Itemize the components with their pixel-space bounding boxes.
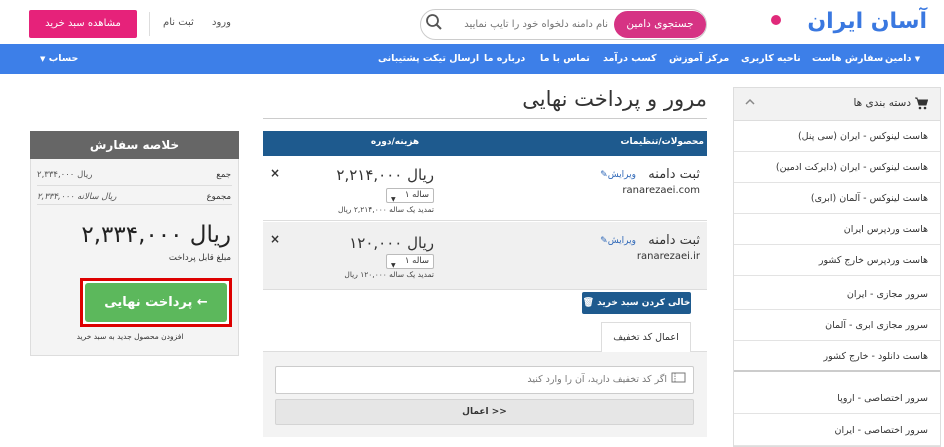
billing-cycle-select[interactable]: ▼ ۱ ساله	[386, 254, 434, 269]
sidebar-item[interactable]: سرور اختصاصی - ایران	[734, 415, 940, 446]
subtotal-value: ۲,۳۳۴,۰۰۰ ریال	[37, 170, 93, 180]
nav-item-earn[interactable]: کسب درآمد	[603, 44, 657, 74]
total-value: ۲,۳۳۴,۰۰۰ ریال سالانه	[37, 192, 117, 202]
column-header-products: محصولات/تنظیمات	[620, 137, 704, 147]
product-name: ثبت دامنه	[648, 167, 700, 182]
nav-item-client-area[interactable]: ناحیه کاربری	[741, 44, 801, 74]
domain-search-input[interactable]	[446, 11, 612, 38]
sidebar-item[interactable]: هاست لینوکس - ایران (دایرکت ادمین)	[734, 152, 940, 183]
header-divider	[149, 12, 150, 36]
main-nav: دامین ▼ سفارش هاست ناحیه کاربری مرکز آمو…	[0, 44, 944, 74]
sidebar-item[interactable]: هاست وردپرس ایران	[734, 214, 940, 245]
logo-text: آسان ایران	[807, 9, 927, 34]
edit-link[interactable]: ✎ویرایش	[586, 170, 636, 180]
nav-item-ticket[interactable]: ارسال تیکت پشتیبانی	[378, 44, 479, 74]
sidebar-item[interactable]: سرور مجازی - ایران	[734, 279, 940, 310]
register-link[interactable]: ثبت نام	[163, 17, 194, 28]
nav-account[interactable]: ▼ حساب	[40, 44, 78, 74]
trash-icon: 🗑	[582, 298, 594, 308]
billing-cycle-select[interactable]: ▼ ۱ ساله	[386, 188, 434, 203]
total-due-amount: ۲,۳۳۴,۰۰۰ ریال	[81, 222, 231, 248]
item-price: ۱۲۰,۰۰۰ ریال	[349, 234, 434, 252]
view-cart-button[interactable]: مشاهده سبد خرید	[29, 10, 137, 38]
remove-item-icon[interactable]: ×	[270, 166, 280, 180]
sidebar-title: دسته بندی ها	[853, 97, 911, 109]
renewal-info: تمدید یک ساله ۱۲۰,۰۰۰ ریال	[344, 270, 434, 279]
empty-cart-button[interactable]: 🗑 خالی کردن سبد خرید	[582, 292, 691, 314]
product-name: ثبت دامنه	[648, 233, 700, 248]
domain-name: ranarezaei.com	[622, 185, 700, 196]
summary-divider	[37, 185, 232, 186]
ticket-icon	[671, 372, 686, 383]
order-summary-title: خلاصه سفارش	[30, 131, 239, 159]
total-due-label: مبلغ قابل پرداخت	[168, 253, 231, 263]
logo-dot-icon	[771, 15, 781, 25]
nav-item-contact[interactable]: تماس با ما	[540, 44, 590, 74]
summary-divider	[37, 204, 232, 205]
cart-icon	[915, 97, 928, 110]
sidebar-item[interactable]: هاست دانلود - خارج کشور	[734, 341, 940, 372]
apply-promo-button[interactable]: اعمال >>	[275, 399, 694, 425]
edit-link[interactable]: ✎ویرایش	[586, 236, 636, 246]
chevron-up-icon[interactable]	[744, 97, 756, 107]
caret-down-icon: ▼	[40, 55, 46, 63]
sidebar-item[interactable]: سرور اختصاصی - اروپا	[734, 383, 940, 414]
column-header-price: هزینه/دوره	[370, 137, 420, 147]
site-logo[interactable]: آسان ایران	[771, 9, 927, 35]
sidebar-item[interactable]: هاست وردپرس خارج کشور	[734, 245, 940, 276]
renewal-info: تمدید یک ساله ۲,۲۱۴,۰۰۰ ریال	[337, 205, 434, 214]
search-icon	[426, 14, 442, 30]
continue-shopping-link[interactable]: افزودن محصول جدید به سبد خرید	[40, 332, 220, 341]
nav-item-host-order[interactable]: سفارش هاست	[812, 44, 883, 74]
pencil-icon: ✎	[600, 236, 608, 246]
sidebar-item[interactable]: هاست لینوکس - ایران (سی پنل)	[734, 121, 940, 152]
login-link[interactable]: ورود	[212, 17, 231, 28]
sidebar-item[interactable]: هاست لینوکس - آلمان (ابری)	[734, 183, 940, 214]
pencil-icon: ✎	[600, 170, 608, 180]
sidebar-item[interactable]: سرور مجازی ابری - آلمان	[734, 310, 940, 341]
caret-down-icon: ▼	[914, 55, 921, 63]
nav-item-tutorials[interactable]: مرکز آموزش	[669, 44, 729, 74]
promo-code-input[interactable]: اگر کد تخفیف دارید، آن را وارد کنید	[275, 366, 694, 394]
domain-name: ranarezaei.ir	[636, 251, 700, 262]
remove-item-icon[interactable]: ×	[270, 232, 280, 246]
page-title: مرور و پرداخت نهایی	[522, 87, 707, 111]
tab-promo-code[interactable]: اعمال کد تخفیف	[601, 322, 691, 352]
total-label: مجموع	[206, 192, 231, 202]
subtotal-label: جمع	[216, 170, 231, 180]
title-divider	[263, 118, 707, 119]
nav-item-domain[interactable]: دامین ▼	[885, 44, 920, 74]
nav-item-about[interactable]: درباره ما	[484, 44, 525, 74]
domain-search-button[interactable]: جستجوی دامین	[614, 11, 706, 38]
item-price: ۲,۲۱۴,۰۰۰ ریال	[336, 166, 434, 184]
checkout-button[interactable]: پرداخت نهایی ←	[85, 283, 227, 322]
